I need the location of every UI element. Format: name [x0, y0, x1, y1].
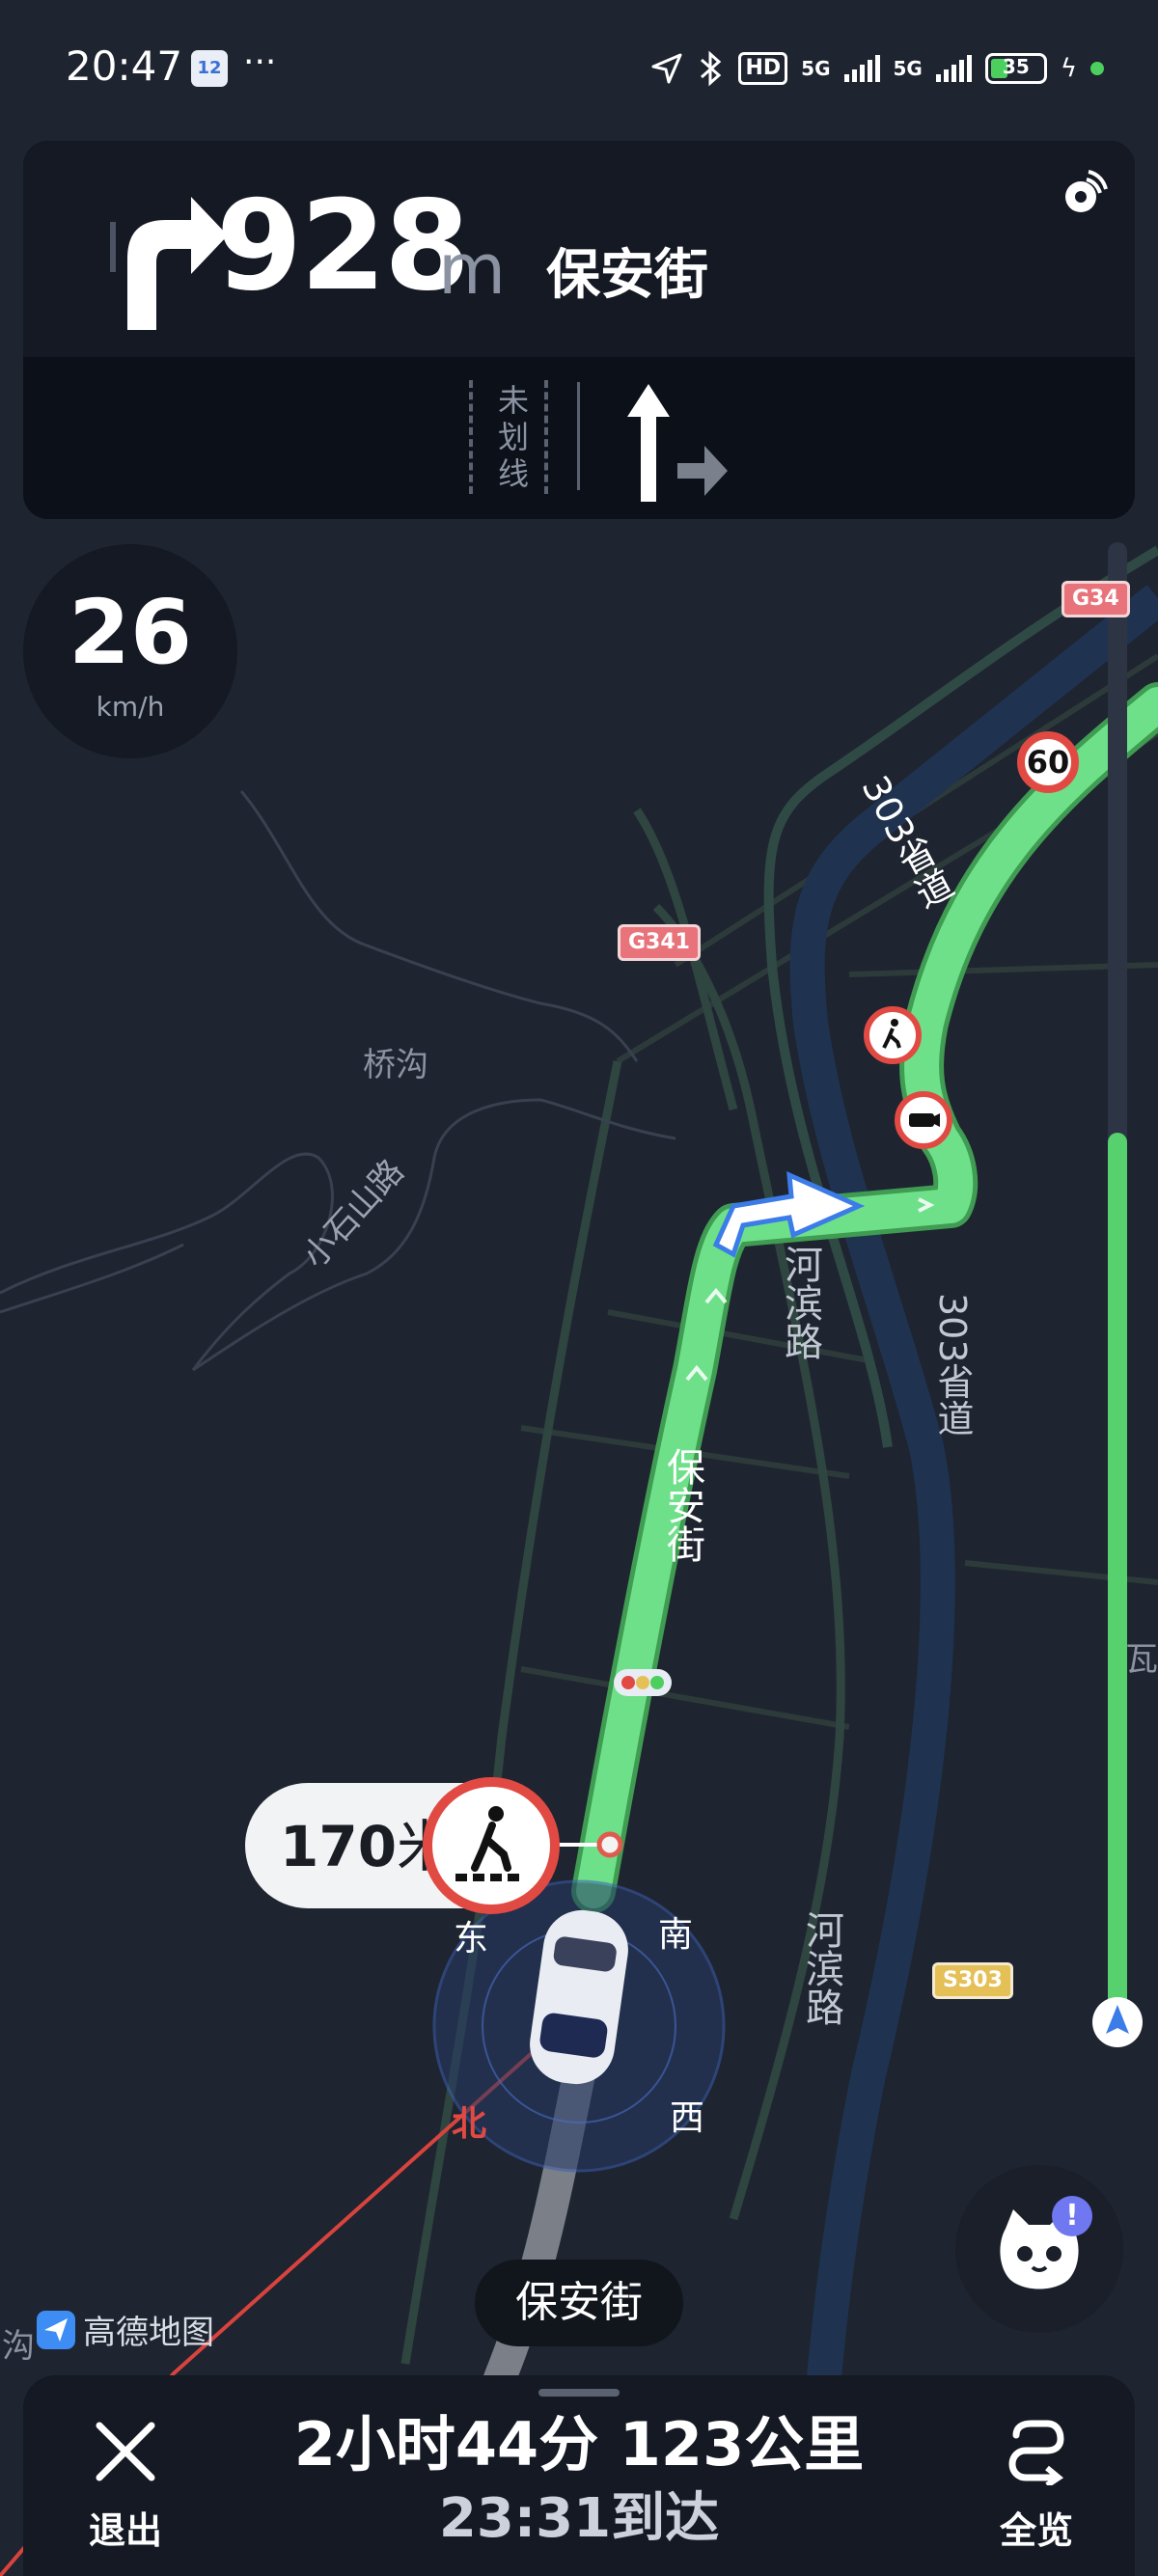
route-progress-bar	[1108, 542, 1127, 2018]
turn-distance-unit: m	[438, 229, 507, 310]
network-type-2: 5G	[893, 57, 923, 80]
pedestrian-crossing-icon	[423, 1777, 560, 1914]
close-icon	[96, 2422, 155, 2481]
more-notifications-icon: ···	[243, 42, 277, 82]
status-bar: 20:47 12 ··· HD 5G 5G 35 ϟ	[0, 0, 1158, 135]
lane-divider-dashed-left	[469, 380, 473, 494]
overview-label: 全览	[999, 2509, 1073, 2552]
lane-label-char-1: 未	[497, 382, 529, 419]
amap-logo-icon	[37, 2310, 75, 2349]
compass-north: 北	[452, 2104, 487, 2144]
map-label-wa: 瓦	[1125, 1640, 1158, 1679]
map-label-gou: 沟	[2, 2327, 35, 2366]
voice-assistant-button[interactable]	[955, 2165, 1123, 2333]
signal-strength-icon-1	[843, 55, 880, 82]
hd-voice-icon: HD	[738, 52, 788, 85]
highway-shield-g341-top: G34	[1062, 581, 1130, 617]
route-overview-button[interactable]: 全览	[979, 2412, 1094, 2557]
battery-level: 35	[1002, 55, 1030, 78]
network-type-1: 5G	[801, 57, 831, 80]
next-road-name: 保安街	[546, 244, 708, 307]
amap-brand: 高德地图	[35, 2306, 214, 2353]
speed-camera-icon	[895, 1091, 952, 1149]
signal-strength-icon-2	[935, 55, 972, 82]
route-overview-icon	[1008, 2420, 1064, 2488]
lane-divider-solid	[577, 382, 580, 490]
compass-south: 南	[658, 1915, 694, 1955]
pedestrian-crossing-small-icon	[864, 1006, 922, 1064]
voice-broadcast-icon[interactable]	[1060, 170, 1108, 218]
highway-shield-g341: G341	[618, 924, 701, 961]
alert-distance-value: 170	[280, 1814, 398, 1879]
status-indicators: HD 5G 5G 35 ϟ	[649, 50, 1104, 87]
lane-label-char-3: 线	[497, 455, 529, 492]
lane-label-char-2: 划	[497, 419, 529, 455]
bluetooth-icon	[701, 50, 722, 87]
speed-limit-sign: 60	[1017, 731, 1079, 793]
lane-straight-right-arrow-icon	[627, 384, 728, 502]
map-label-qiaogou: 桥沟	[363, 1046, 428, 1084]
trip-remaining: 2小时44分 123公里	[293, 2409, 865, 2480]
exit-navigation-button[interactable]: 退出	[68, 2412, 183, 2557]
navigation-instruction-panel[interactable]: 928 m 保安街 未 划 线	[23, 141, 1135, 519]
turn-instruction: 928 m 保安街	[23, 141, 1135, 357]
privacy-indicator-dot	[1090, 62, 1104, 75]
compass-west: 西	[670, 2098, 705, 2138]
assistant-notification-badge: !	[1052, 2196, 1092, 2236]
turn-distance-value: 928	[216, 175, 470, 318]
lane-unmarked-label: 未 划 线	[484, 382, 542, 492]
lane-divider-dashed-right	[544, 380, 548, 494]
highway-shield-s303: S303	[932, 1962, 1013, 1999]
route-progress-fill	[1108, 1133, 1127, 2018]
turn-right-arrow-icon	[110, 197, 228, 330]
map-label-baoan-street: 保安街	[660, 1447, 704, 1563]
calendar-icon: 12	[191, 50, 228, 87]
assistant-mascot-icon	[1000, 2209, 1079, 2289]
current-road-pill: 保安街	[475, 2260, 683, 2346]
map-label-provincial-road: 303省道	[931, 1293, 974, 1437]
progress-position-icon	[1092, 1997, 1143, 2047]
charging-icon: ϟ	[1060, 54, 1077, 83]
map-label-hebin-road-lower: 河滨路	[799, 1910, 843, 2026]
compass-east: 东	[454, 1919, 489, 1959]
map-label-hebin-road: 河滨路	[778, 1245, 822, 1360]
location-arrow-icon	[651, 53, 682, 84]
lane-guidance: 未 划 线	[23, 357, 1135, 519]
speed-unit: km/h	[96, 691, 165, 723]
pedestrian-crossing-alert: 170米	[245, 1777, 560, 1914]
arrival-time: 23:31到达	[438, 2487, 720, 2550]
status-time: 20:47	[66, 42, 183, 90]
battery-icon: 35	[984, 53, 1047, 84]
amap-brand-text: 高德地图	[83, 2314, 214, 2352]
current-speed: 26 km/h	[23, 544, 237, 758]
speed-value: 26	[68, 581, 193, 684]
drag-handle[interactable]	[538, 2389, 620, 2397]
exit-label: 退出	[88, 2509, 162, 2552]
